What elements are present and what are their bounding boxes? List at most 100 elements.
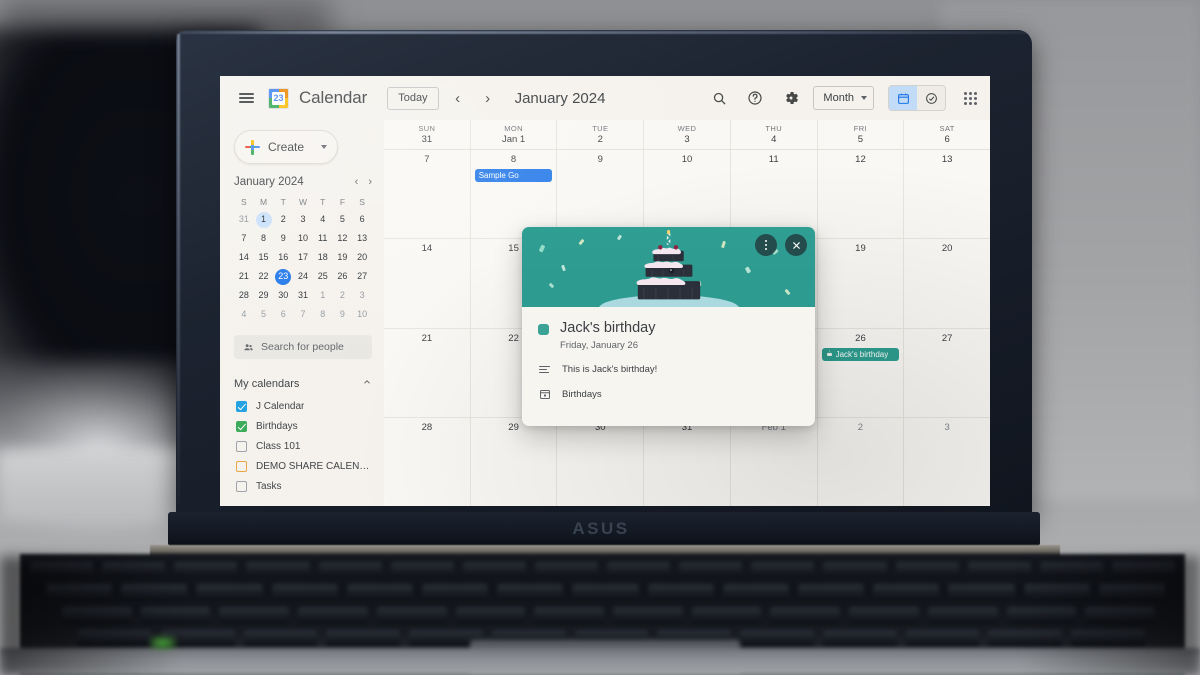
calendar-checkbox[interactable] [236,440,247,452]
today-button[interactable]: Today [387,86,439,110]
my-calendars-header[interactable]: My calendars [234,377,372,390]
day-cell[interactable]: 10 [643,150,730,239]
day-cell[interactable]: 3 [903,417,990,506]
day-cell[interactable]: 19 [816,239,904,328]
calendar-list-item[interactable]: Tasks [234,476,372,496]
calendar-checkbox[interactable] [236,480,247,492]
day-cell[interactable]: 28 [384,418,470,506]
mini-calendar-day[interactable]: 28 [234,287,254,304]
mini-calendar-day[interactable]: 2 [333,287,353,304]
mini-calendar-day[interactable]: 5 [254,306,274,323]
day-number[interactable]: 26 [818,333,904,344]
mini-calendar-day[interactable]: 23 [273,268,293,285]
mini-calendar-day[interactable]: 4 [313,211,333,228]
more-options-icon[interactable] [755,234,777,256]
mini-calendar-day[interactable]: 10 [352,306,372,323]
calendar-view-toggle[interactable] [889,86,917,110]
mini-calendar-day[interactable]: 17 [293,249,313,266]
mini-calendar-day[interactable]: 12 [333,230,353,247]
mini-calendar-day[interactable]: 9 [333,306,353,323]
mini-calendar-day[interactable]: 11 [313,230,333,247]
day-cell[interactable]: 29 [469,417,557,506]
mini-calendar-day[interactable]: 8 [254,230,274,247]
day-cell[interactable]: 27 [903,328,990,417]
day-cell[interactable]: 2 [816,417,904,506]
mini-calendar-day[interactable]: 4 [234,306,254,323]
create-button[interactable]: Create [234,130,338,164]
day-header-date[interactable]: 4 [771,134,776,145]
mini-calendar-day[interactable]: 15 [254,249,274,266]
mini-calendar-day[interactable]: 19 [333,249,353,266]
day-cell[interactable]: 14 [384,239,470,327]
mini-calendar-day[interactable]: 27 [352,268,372,285]
gear-icon[interactable] [777,84,805,112]
mini-calendar-day[interactable]: 29 [254,287,274,304]
day-number[interactable]: 12 [818,154,904,165]
day-header-date[interactable]: 6 [945,134,950,145]
day-number[interactable]: 19 [818,243,904,254]
mini-calendar-day[interactable]: 20 [352,249,372,266]
mini-calendar-day[interactable]: 25 [313,268,333,285]
mini-calendar-day[interactable]: 21 [234,268,254,285]
day-cell[interactable]: 30 [556,417,643,506]
mini-prev-button[interactable]: ‹ [355,176,359,188]
day-number[interactable]: 20 [904,243,990,254]
day-header-date[interactable]: 3 [684,134,689,145]
day-cell[interactable]: 12 [816,150,904,239]
day-cell[interactable]: 8 Sample Go [469,150,557,239]
mini-calendar-day[interactable]: 1 [254,211,274,228]
calendar-list-item[interactable]: DEMO SHARE CALENDAR ... [234,456,372,476]
day-cell[interactable]: 13 [903,150,990,239]
hamburger-menu-icon[interactable] [232,84,260,112]
mini-calendar-day[interactable]: 7 [293,306,313,323]
tasks-view-toggle[interactable] [917,86,945,110]
calendar-checkbox[interactable] [236,400,247,412]
mini-calendar-day[interactable]: 22 [254,268,274,285]
day-number[interactable]: 27 [904,333,990,344]
event-chip[interactable]: Sample Go [474,169,553,182]
day-cell[interactable]: Feb 1 [729,417,817,506]
mini-calendar-day[interactable]: 31 [293,287,313,304]
day-cell[interactable]: 11 [729,150,817,239]
day-number[interactable]: 8 [471,154,557,165]
view-mode-select[interactable]: Month [813,86,874,110]
day-header-date[interactable]: 2 [598,134,603,145]
mini-calendar-day[interactable]: 6 [273,306,293,323]
mini-calendar-day[interactable]: 7 [234,230,254,247]
next-month-button[interactable]: › [477,87,499,109]
mini-calendar-day[interactable]: 6 [352,211,372,228]
day-cell[interactable]: 26 Jack's birthday [816,328,904,417]
mini-calendar-day[interactable]: 3 [293,211,313,228]
mini-calendar-day[interactable]: 3 [352,287,372,304]
mini-calendar-day[interactable]: 9 [273,230,293,247]
mini-calendar-day[interactable]: 31 [234,211,254,228]
mini-calendar-day[interactable]: 30 [273,287,293,304]
close-icon[interactable] [785,234,807,256]
day-header-date[interactable]: Jan 1 [502,134,525,145]
mini-calendar-day[interactable]: 5 [333,211,353,228]
day-cell[interactable]: 20 [903,239,990,328]
search-icon[interactable] [705,84,733,112]
mini-calendar-day[interactable]: 10 [293,230,313,247]
calendar-checkbox[interactable] [236,460,247,472]
day-number[interactable]: 7 [384,154,470,165]
calendar-list-item[interactable]: Class 101 [234,436,372,456]
apps-grid-icon[interactable] [960,88,980,108]
mini-calendar-day[interactable]: 8 [313,306,333,323]
mini-calendar-day[interactable]: 18 [313,249,333,266]
mini-calendar-day[interactable]: 13 [352,230,372,247]
mini-calendar-day[interactable]: 14 [234,249,254,266]
day-cell[interactable]: 7 [384,150,470,238]
day-number[interactable]: 3 [904,422,990,433]
day-number[interactable]: 13 [904,154,990,165]
mini-calendar-day[interactable]: 1 [313,287,333,304]
help-icon[interactable] [741,84,769,112]
mini-calendar-day[interactable]: 24 [293,268,313,285]
calendar-list-item[interactable]: J Calendar [234,396,372,416]
day-number[interactable]: 2 [818,422,904,433]
day-number[interactable]: 28 [384,422,470,433]
event-chip[interactable]: Jack's birthday [821,347,900,361]
day-number[interactable]: 11 [731,154,817,165]
day-cell[interactable]: 9 [556,150,643,239]
calendar-checkbox[interactable] [236,420,247,432]
